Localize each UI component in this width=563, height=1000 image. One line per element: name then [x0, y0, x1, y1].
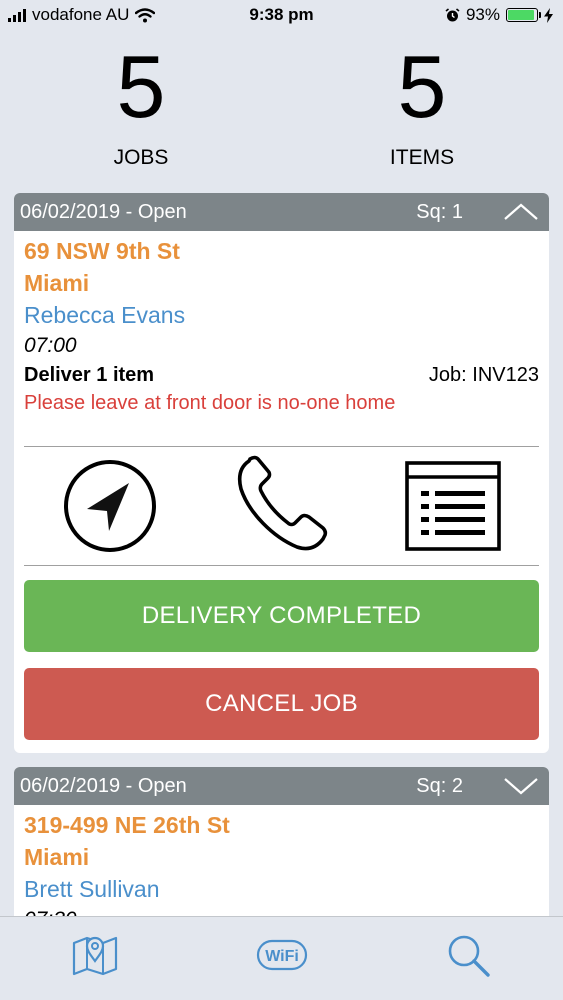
alarm-icon: [445, 7, 460, 21]
job-deliver-count: Deliver 1 item: [24, 364, 155, 386]
details-list-icon[interactable]: [405, 461, 501, 551]
map-pin-icon[interactable]: [72, 931, 118, 977]
summary-panel: 5 JOBS 5 ITEMS: [0, 32, 563, 182]
job-date-status: 06/02/2019 - Open: [20, 200, 187, 223]
job-sequence: Sq: 1: [416, 200, 463, 223]
jobs-count: 5: [116, 37, 166, 136]
job-city: Miami: [24, 844, 90, 870]
jobs-label: JOBS: [113, 146, 169, 169]
job-sequence: Sq: 2: [416, 774, 463, 797]
battery-icon: [506, 8, 541, 22]
job-city: Miami: [24, 270, 90, 296]
items-label: ITEMS: [389, 146, 455, 169]
job-card: 06/02/2019 - Open Sq: 1 69 NSW 9th St Mi…: [14, 193, 549, 753]
phone-icon[interactable]: [233, 455, 331, 553]
svg-text:WiFi: WiFi: [265, 948, 299, 965]
job-address[interactable]: 319-499 NE 26th St: [24, 809, 539, 842]
chevron-up-icon[interactable]: [503, 201, 539, 223]
navigation-arrow-icon[interactable]: [63, 459, 157, 553]
charging-icon: [544, 7, 553, 23]
items-stat: 5 ITEMS: [322, 32, 522, 170]
job-card-header[interactable]: 06/02/2019 - Open Sq: 1: [14, 193, 549, 231]
cancel-job-button[interactable]: CANCEL JOB: [24, 668, 539, 740]
status-bar: vodafone AU 9:38 pm 93%: [0, 0, 563, 30]
job-address[interactable]: 69 NSW 9th St: [24, 235, 539, 268]
job-card-header[interactable]: 06/02/2019 - Open Sq: 2: [14, 767, 549, 805]
tab-bar: WiFi: [0, 916, 563, 1000]
job-date-status: 06/02/2019 - Open: [20, 774, 187, 797]
wifi-icon[interactable]: WiFi: [256, 939, 308, 971]
job-time: 07:00: [24, 334, 77, 357]
items-count: 5: [397, 37, 447, 136]
job-actions: [14, 447, 549, 565]
job-card: 06/02/2019 - Open Sq: 2 319-499 NE 26th …: [14, 767, 549, 927]
chevron-down-icon[interactable]: [503, 775, 539, 797]
divider: [24, 565, 539, 566]
job-number: Job: INV123: [428, 364, 539, 386]
job-customer[interactable]: Brett Sullivan: [24, 873, 539, 906]
job-customer[interactable]: Rebecca Evans: [24, 299, 539, 332]
delivery-completed-button[interactable]: DELIVERY COMPLETED: [24, 580, 539, 652]
jobs-stat: 5 JOBS: [41, 32, 241, 170]
job-note: Please leave at front door is no-one hom…: [24, 392, 396, 414]
battery-percent: 93%: [465, 5, 500, 24]
search-icon[interactable]: [446, 933, 492, 979]
